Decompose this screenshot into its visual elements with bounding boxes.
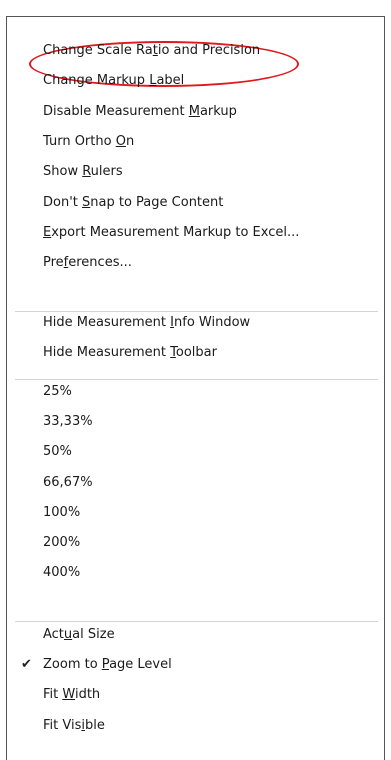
context-menu: Change Scale Ratio and Precision Change M… (6, 16, 385, 760)
menu-item-hide-measurement-toolbar[interactable]: Hide Measurement Toolbar (43, 342, 217, 364)
menu-separator (15, 621, 378, 622)
menu-item-zoom-to-page-level[interactable]: Zoom to Page Level (43, 654, 172, 676)
menu-item-100[interactable]: 100% (43, 502, 80, 524)
menu-item-fit-visible[interactable]: Fit Visible (43, 715, 105, 737)
menu-item-export-measurement-markup-to-excel[interactable]: Export Measurement Markup to Excel... (43, 222, 299, 244)
menu-item-change-markup-label[interactable]: Change Markup Label (43, 70, 184, 92)
menu-item-turn-ortho-on[interactable]: Turn Ortho On (43, 131, 134, 153)
menu-item-66-67[interactable]: 66,67% (43, 472, 93, 494)
menu-item-400[interactable]: 400% (43, 562, 80, 584)
menu-separator (15, 311, 378, 312)
menu-item-don-t-snap-to-page-content[interactable]: Don't Snap to Page Content (43, 192, 223, 214)
menu-item-50[interactable]: 50% (43, 441, 72, 463)
menu-separator (15, 379, 378, 380)
checkmark-icon: ✔ (21, 657, 32, 673)
menu-item-fit-width[interactable]: Fit Width (43, 684, 100, 706)
menu-item-200[interactable]: 200% (43, 532, 80, 554)
menu-item-preferences[interactable]: Preferences... (43, 252, 132, 274)
menu-item-change-scale-ratio-and-precision[interactable]: Change Scale Ratio and Precision (43, 40, 260, 62)
menu-item-25[interactable]: 25% (43, 381, 72, 403)
menu-item-33-33[interactable]: 33,33% (43, 411, 93, 433)
menu-item-actual-size[interactable]: Actual Size (43, 624, 115, 646)
menu-item-hide-measurement-info-window[interactable]: Hide Measurement Info Window (43, 312, 250, 334)
menu-item-disable-measurement-markup[interactable]: Disable Measurement Markup (43, 101, 237, 123)
menu-item-show-rulers[interactable]: Show Rulers (43, 161, 123, 183)
